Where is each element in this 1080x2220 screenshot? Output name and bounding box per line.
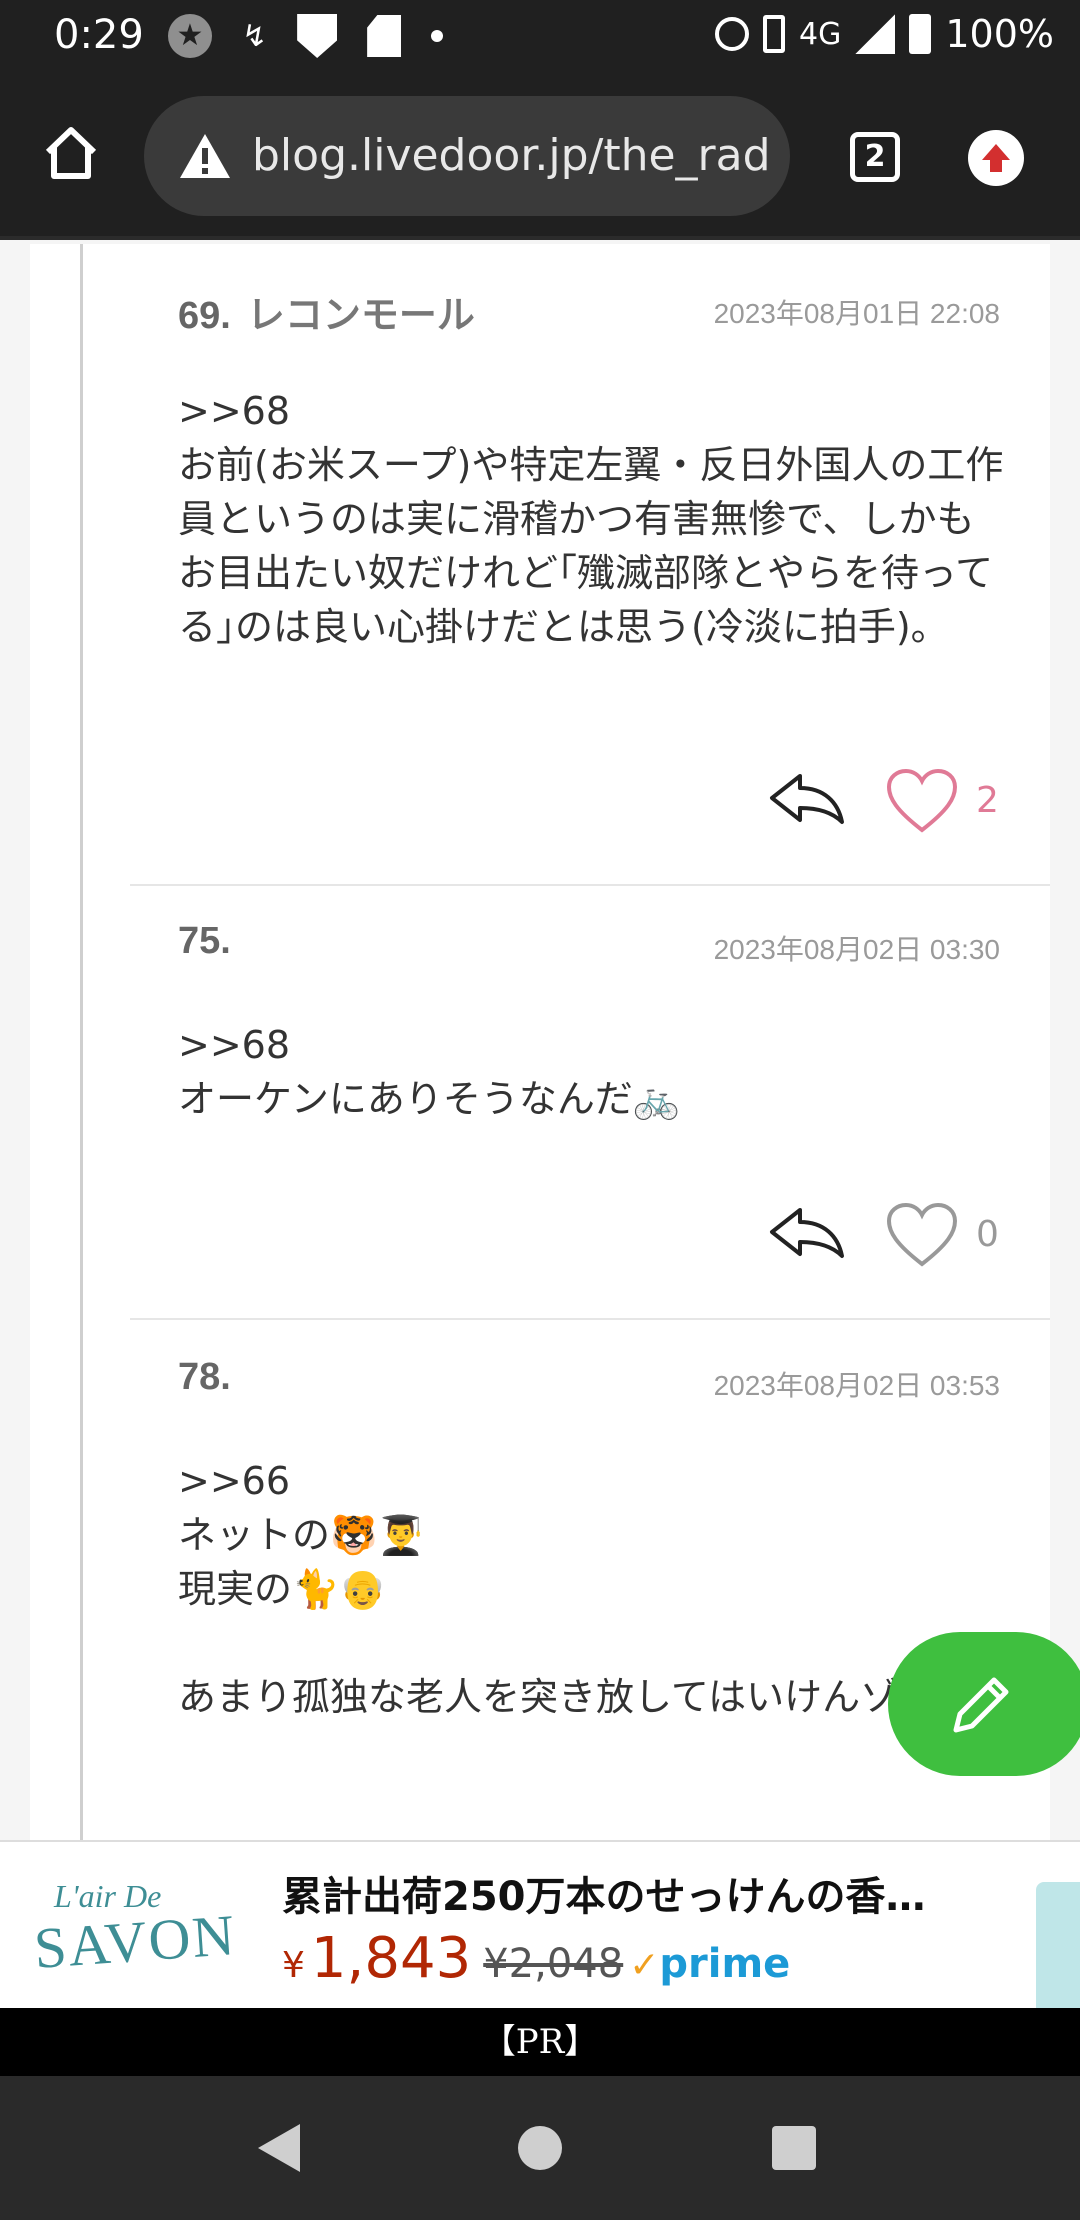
currency-symbol: ¥ bbox=[282, 1945, 305, 1986]
comment-item: 75. 2023年08月02日 03:30 >>68 オーケンにありそうなんだ🚲… bbox=[130, 886, 1050, 1318]
comment-body: >>68 お前(お米スープ)や特定左翼・反日外国人の工作員というのは実に滑稽かつ… bbox=[178, 389, 1004, 649]
ad-price-row: ¥ 1,843 ¥2,048 ✓ prime bbox=[282, 1926, 790, 1991]
comment-body: >>68 オーケンにありそうなんだ🚲 bbox=[178, 1023, 681, 1121]
ad-title[interactable]: 累計出荷250万本のせっけんの香… bbox=[282, 1864, 926, 1922]
thread-line bbox=[80, 244, 83, 1840]
system-nav-bar bbox=[0, 2076, 1080, 2220]
sd-card-icon bbox=[367, 15, 402, 57]
comment-item: 78. 2023年08月02日 03:53 >>66 ネットの🐯👨‍🎓 現実の🐈… bbox=[130, 1320, 1050, 1840]
shield-icon bbox=[297, 14, 338, 58]
system-icons: 4G 100% bbox=[715, 12, 1054, 56]
signal-icon bbox=[855, 14, 896, 54]
tab-switcher-button[interactable]: 2 bbox=[850, 132, 900, 182]
home-circle-icon[interactable] bbox=[518, 2126, 562, 2170]
home-icon[interactable] bbox=[42, 126, 100, 180]
notification-icons: ★ ↯ bbox=[168, 14, 444, 58]
prime-check-icon: ✓ bbox=[629, 1945, 660, 1986]
comment-author[interactable]: レコンモール bbox=[247, 295, 475, 337]
brand-logo: L'air De SAVON bbox=[30, 1878, 260, 1998]
comment-body: >>66 ネットの🐯👨‍🎓 現実の🐈👴 あまり孤独な老人を突き放してはいけんゾ bbox=[178, 1459, 899, 1719]
heart-icon[interactable] bbox=[886, 768, 958, 834]
comment-date: 2023年08月02日 03:30 bbox=[713, 934, 1000, 965]
update-button[interactable] bbox=[968, 130, 1024, 186]
comment-item: 69. レコンモール 2023年08月01日 22:08 >>68 お前(お米スー… bbox=[130, 244, 1050, 884]
reply-icon[interactable] bbox=[766, 1204, 846, 1260]
comment-date: 2023年08月01日 22:08 bbox=[713, 298, 1000, 329]
ad-banner[interactable]: L'air De SAVON 累計出荷250万本のせっけんの香… ¥ 1,843… bbox=[0, 1840, 1080, 2010]
write-comment-button[interactable] bbox=[888, 1632, 1080, 1776]
update-arrow-icon bbox=[982, 144, 1010, 172]
comment-date: 2023年08月02日 03:53 bbox=[713, 1370, 1000, 1401]
prime-label: prime bbox=[659, 1941, 791, 1987]
more-notifications-icon bbox=[431, 30, 444, 42]
battery-icon bbox=[909, 14, 932, 54]
usb-icon: ↯ bbox=[242, 18, 268, 54]
star-notification-icon: ★ bbox=[168, 14, 212, 58]
comment-number: 75. bbox=[178, 920, 231, 962]
like-count: 0 bbox=[976, 1214, 999, 1255]
comment-header: 78. bbox=[178, 1356, 247, 1399]
status-bar: 0:29 ★ ↯ 4G 100% bbox=[0, 0, 1080, 72]
alarm-icon bbox=[715, 17, 750, 51]
pr-label: 【PR】 bbox=[0, 2008, 1080, 2076]
ad-old-price: ¥2,048 bbox=[483, 1941, 624, 1987]
address-bar[interactable]: blog.livedoor.jp/the_radi bbox=[144, 96, 790, 216]
url-text[interactable]: blog.livedoor.jp/the_radi bbox=[252, 130, 772, 182]
comment-thread: 69. レコンモール 2023年08月01日 22:08 >>68 お前(お米スー… bbox=[30, 244, 1050, 1840]
ad-price: 1,843 bbox=[310, 1926, 472, 1991]
heart-icon[interactable] bbox=[886, 1202, 958, 1268]
comment-header: 69. レコンモール bbox=[178, 284, 475, 339]
warning-icon bbox=[180, 134, 230, 178]
comment-header: 75. bbox=[178, 920, 247, 963]
logo-line2: SAVON bbox=[31, 1902, 239, 1981]
network-type: 4G bbox=[799, 16, 842, 52]
vibrate-icon bbox=[763, 15, 786, 53]
pencil-icon bbox=[953, 1677, 1009, 1733]
battery-percent: 100% bbox=[945, 12, 1054, 56]
like-count: 2 bbox=[976, 780, 999, 821]
recent-apps-icon[interactable] bbox=[772, 2126, 816, 2170]
status-time: 0:29 bbox=[54, 12, 144, 58]
browser-toolbar: blog.livedoor.jp/the_radi 2 bbox=[0, 72, 1080, 240]
back-icon[interactable] bbox=[258, 2124, 300, 2172]
reply-icon[interactable] bbox=[766, 770, 846, 826]
comment-number: 78. bbox=[178, 1356, 231, 1398]
comment-number: 69. bbox=[178, 295, 231, 337]
product-image bbox=[1036, 1882, 1080, 2010]
